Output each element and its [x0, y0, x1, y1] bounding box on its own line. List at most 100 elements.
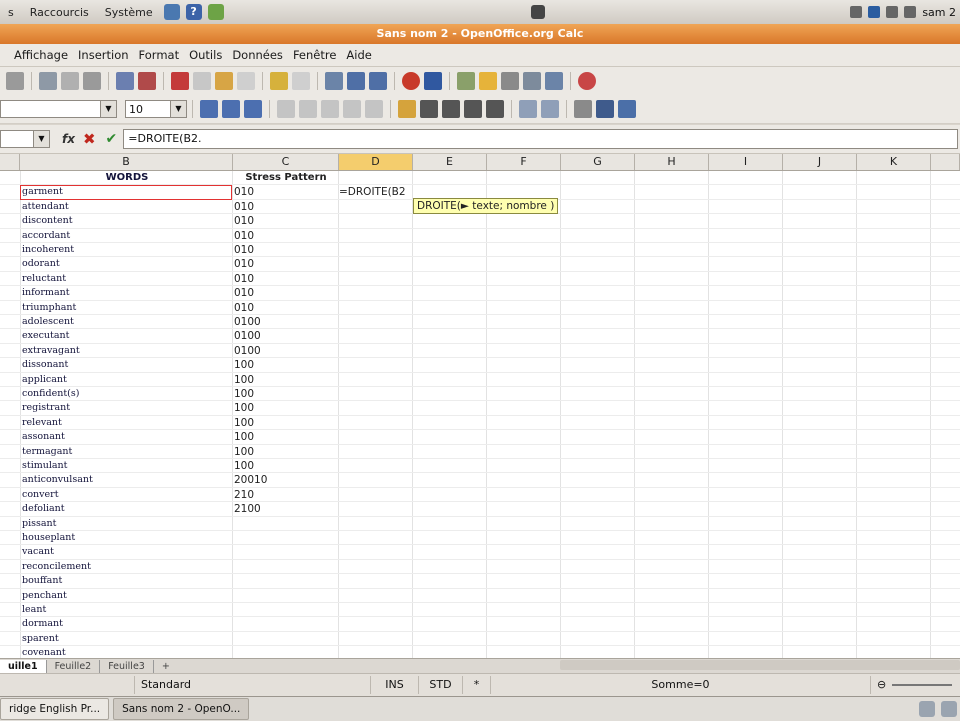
font-name-combo[interactable]: ▼: [0, 100, 117, 118]
zoom-track[interactable]: [892, 684, 953, 686]
table-row[interactable]: informant 010: [0, 286, 960, 301]
word-cell[interactable]: confident(s): [22, 387, 79, 401]
delete-decimal-icon[interactable]: [486, 100, 504, 118]
copy-icon[interactable]: [193, 72, 211, 90]
column-header-d[interactable]: D: [339, 154, 413, 170]
print-icon[interactable]: [83, 72, 101, 90]
standard-format-icon[interactable]: [442, 100, 460, 118]
word-cell[interactable]: bouffant: [22, 574, 62, 588]
cut-icon[interactable]: [171, 72, 189, 90]
table-row[interactable]: extravagant 0100: [0, 344, 960, 359]
align-right-icon[interactable]: [321, 100, 339, 118]
add-sheet-button[interactable]: +: [154, 660, 178, 673]
table-row[interactable]: leant: [0, 603, 960, 618]
chevron-down-icon[interactable]: ▼: [170, 101, 186, 117]
drawing-icon[interactable]: [424, 72, 442, 90]
tab-feuille2[interactable]: Feuille2: [47, 659, 101, 673]
column-header-b[interactable]: B: [20, 154, 233, 170]
word-cell[interactable]: relevant: [22, 416, 62, 430]
percent-icon[interactable]: [420, 100, 438, 118]
word-cell[interactable]: stimulant: [22, 459, 68, 473]
stress-cell[interactable]: 100: [234, 358, 254, 372]
accept-icon[interactable]: ✔: [106, 131, 118, 147]
stress-cell[interactable]: 100: [234, 373, 254, 387]
word-cell[interactable]: registrant: [22, 401, 70, 415]
decrease-indent-icon[interactable]: [519, 100, 537, 118]
volume-icon[interactable]: [904, 6, 917, 18]
tab-feuille1[interactable]: uille1: [0, 659, 47, 673]
table-row[interactable]: confident(s) 100: [0, 387, 960, 402]
column-header-g[interactable]: G: [561, 154, 635, 170]
table-row[interactable]: adolescent 0100: [0, 315, 960, 330]
word-cell[interactable]: dissonant: [22, 358, 68, 372]
word-cell[interactable]: covenant: [22, 646, 66, 658]
undo-icon[interactable]: [270, 72, 288, 90]
page-style[interactable]: Standard: [135, 676, 371, 694]
stress-cell[interactable]: 100: [234, 416, 254, 430]
bold-icon[interactable]: [200, 100, 218, 118]
shortcuts-menu[interactable]: Raccourcis: [22, 6, 97, 19]
table-row[interactable]: penchant: [0, 589, 960, 603]
word-cell[interactable]: odorant: [22, 257, 60, 271]
header-words[interactable]: WORDS: [22, 171, 232, 185]
stress-cell[interactable]: 010: [234, 301, 254, 315]
table-row[interactable]: stimulant 100: [0, 459, 960, 474]
find-icon[interactable]: [545, 72, 563, 90]
insert-mode[interactable]: INS: [371, 676, 419, 694]
word-cell[interactable]: discontent: [22, 214, 73, 228]
borders-icon[interactable]: [574, 100, 592, 118]
add-decimal-icon[interactable]: [464, 100, 482, 118]
selection-mode[interactable]: STD: [419, 676, 463, 694]
workspace-switcher-icon[interactable]: [919, 701, 935, 717]
help-icon[interactable]: [578, 72, 596, 90]
stress-cell[interactable]: 100: [234, 430, 254, 444]
column-header[interactable]: [931, 154, 960, 170]
zoom-icon[interactable]: [523, 72, 541, 90]
navigator-icon[interactable]: [457, 72, 475, 90]
spellcheck-icon[interactable]: [116, 72, 134, 90]
underline-icon[interactable]: [244, 100, 262, 118]
sort-descending-icon[interactable]: [369, 72, 387, 90]
merge-cells-icon[interactable]: [365, 100, 383, 118]
name-box[interactable]: ▼: [0, 130, 50, 148]
menu-fenetre[interactable]: Fenêtre: [288, 48, 341, 62]
table-row[interactable]: relevant 100: [0, 416, 960, 431]
stress-cell[interactable]: 010: [234, 185, 254, 199]
stress-cell[interactable]: 010: [234, 243, 254, 257]
column-header-f[interactable]: F: [487, 154, 561, 170]
network-tray-icon[interactable]: [886, 6, 899, 18]
cancel-icon[interactable]: ✖: [83, 130, 96, 148]
taskbar-item-calc[interactable]: Sans nom 2 - OpenO...: [113, 698, 250, 720]
sort-ascending-icon[interactable]: [347, 72, 365, 90]
formula-input[interactable]: =DROITE(B2.: [123, 129, 958, 149]
stress-cell[interactable]: 010: [234, 286, 254, 300]
table-row[interactable]: termagant 100: [0, 445, 960, 459]
table-row[interactable]: odorant 010: [0, 257, 960, 272]
gallery-icon[interactable]: [479, 72, 497, 90]
stress-cell[interactable]: 010: [234, 214, 254, 228]
table-header-row[interactable]: WORDS Stress Pattern: [0, 171, 960, 186]
table-row[interactable]: reluctant 010: [0, 272, 960, 287]
spreadsheet-grid[interactable]: B C D E F G H I J K WORDS Stress Pattern g…: [0, 154, 960, 658]
table-row[interactable]: registrant 100: [0, 401, 960, 416]
table-row[interactable]: assonant 100: [0, 430, 960, 445]
word-cell[interactable]: convert: [22, 488, 59, 502]
stress-cell[interactable]: 100: [234, 445, 254, 459]
word-cell[interactable]: dormant: [22, 617, 63, 631]
menu-affichage[interactable]: Affichage: [0, 48, 73, 62]
chart-icon[interactable]: [402, 72, 420, 90]
align-left-icon[interactable]: [277, 100, 295, 118]
stress-cell[interactable]: 100: [234, 459, 254, 473]
column-header-c[interactable]: C: [233, 154, 339, 170]
word-cell[interactable]: triumphant: [22, 301, 76, 315]
menu-insertion[interactable]: Insertion: [73, 48, 134, 62]
word-cell[interactable]: vacant: [22, 545, 54, 559]
table-row[interactable]: dissonant 100: [0, 358, 960, 373]
table-row[interactable]: applicant 100: [0, 373, 960, 387]
word-cell[interactable]: houseplant: [22, 531, 75, 545]
word-cell[interactable]: executant: [22, 329, 69, 343]
font-color-icon[interactable]: [618, 100, 636, 118]
word-cell[interactable]: accordant: [22, 229, 70, 243]
stress-cell[interactable]: 0100: [234, 344, 261, 358]
word-cell[interactable]: defoliant: [22, 502, 65, 516]
